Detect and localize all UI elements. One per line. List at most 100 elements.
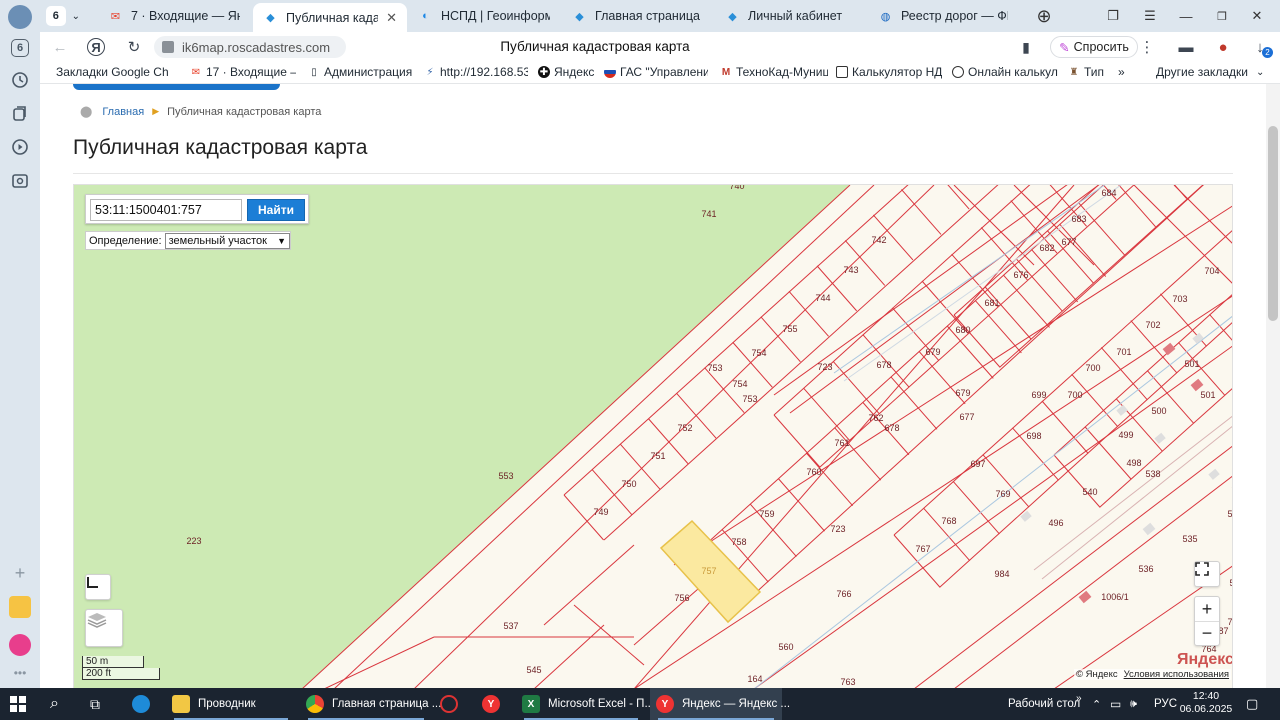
page-scrollbar[interactable] <box>1266 84 1280 688</box>
bookmark-gas[interactable]: ГАС "Управление <box>604 65 708 79</box>
tab-strip: 6 ⌄ ✉ 7 · Входящие — Яндекс ◆ Публичная ка… <box>40 0 1280 32</box>
header-button-strip[interactable] <box>73 84 280 90</box>
task-view-icon[interactable]: ⧉ <box>90 688 100 720</box>
zoom-in-button[interactable]: + <box>1202 597 1213 621</box>
parcel-label: 679 <box>925 347 940 357</box>
other-bookmarks[interactable]: Другие закладки ⌄ <box>1156 65 1266 79</box>
network-icon[interactable]: ▭ <box>1110 688 1121 720</box>
copyright-text: © Яндекс <box>1076 669 1118 680</box>
yandex-browser-button[interactable]: Y <box>482 688 508 720</box>
tabs-overview-icon[interactable]: ❐ <box>1103 6 1123 26</box>
history-icon[interactable] <box>9 69 31 91</box>
scrollbar-thumb[interactable] <box>1268 126 1278 321</box>
tab-counter-icon[interactable]: 6 <box>11 39 29 57</box>
fullscreen-button[interactable] <box>1194 561 1220 587</box>
tab-title: Публичная кадастровая <box>286 10 379 25</box>
downloads-icon[interactable]: ↓ 2 <box>1250 37 1273 58</box>
edge-icon <box>132 695 150 713</box>
terms-link[interactable]: Условия использования <box>1124 669 1229 680</box>
more-menu-icon[interactable]: ⋮ <box>1137 37 1157 57</box>
bookmark-yandex[interactable]: ✚ Яндекс <box>538 65 598 79</box>
ask-button[interactable]: ✎ Спросить <box>1050 36 1138 58</box>
back-button[interactable]: ← <box>50 37 70 57</box>
tab-title: НСПД | Геоинформаци <box>441 9 550 23</box>
parcel-label: 697 <box>970 459 985 469</box>
breadcrumb: ⬤ Главная ▶ Публичная кадастровая карта <box>80 105 321 119</box>
calculator-icon <box>952 66 964 78</box>
tab-inbox[interactable]: ✉ 7 · Входящие — Яндекс <box>98 2 250 30</box>
notes-app-icon[interactable] <box>9 596 31 618</box>
url-text: ik6map.roscadastres.com <box>182 39 331 55</box>
find-button[interactable]: Найти <box>247 199 305 221</box>
collections-icon[interactable] <box>9 103 31 125</box>
notifications-icon[interactable]: ▢ <box>1246 688 1258 720</box>
cadastral-number-input[interactable] <box>90 199 242 221</box>
minimize-button[interactable]: — <box>1176 6 1196 26</box>
bookmark-technokad[interactable]: M ТехноКад-Муниц <box>720 65 828 79</box>
reload-button[interactable]: ↻ <box>124 37 144 57</box>
parcel-label: 743 <box>843 265 858 275</box>
site-info-icon[interactable] <box>162 41 174 53</box>
tab-title: Личный кабинет <box>748 9 843 23</box>
close-window-button[interactable]: ✕ <box>1247 6 1267 26</box>
extension-icon-2[interactable]: ● <box>1213 37 1233 57</box>
bookmark-google[interactable]: Закладки Google Ch⌄ <box>56 65 176 79</box>
video-icon[interactable] <box>9 136 31 158</box>
screenshot-icon[interactable] <box>9 170 31 192</box>
definition-select[interactable]: земельный участок ▼ <box>164 232 290 249</box>
more-bookmarks-button[interactable]: » <box>1118 65 1132 79</box>
bookmark-inbox[interactable]: ✉ 17 · Входящие — <box>190 65 296 79</box>
bookmark-icon[interactable]: ▮ <box>1016 37 1036 57</box>
parcel-label: 678 <box>876 360 891 370</box>
yandex-home-button[interactable]: Я <box>87 38 105 56</box>
tab-nspd[interactable]: ◐ НСПД | Геоинформаци <box>408 2 560 30</box>
parcel-label: 750 <box>621 479 636 489</box>
map-canvas[interactable]: 7407416846837426776821074367670474468170… <box>74 185 1233 688</box>
bookmark-online-calculator[interactable]: Онлайн калькуля <box>952 65 1058 79</box>
layers-button[interactable] <box>85 609 123 647</box>
app-button[interactable] <box>440 688 466 720</box>
bookmark-local-ip[interactable]: ⚡ http://192.168.53. <box>424 65 528 79</box>
bookmark-vat-calculator[interactable]: Калькулятор НДС <box>836 65 942 79</box>
excel-icon: X <box>522 695 540 713</box>
ask-icon: ✎ <box>1059 40 1070 55</box>
alice-app-icon[interactable] <box>9 634 31 656</box>
url-field[interactable]: ik6map.roscadastres.com <box>154 36 346 58</box>
start-button[interactable] <box>10 688 32 720</box>
taskbar-explorer[interactable]: Проводник <box>166 688 296 720</box>
edge-button[interactable] <box>132 688 158 720</box>
search-icon[interactable]: ⌕ <box>50 688 59 720</box>
new-tab-button[interactable]: ⊕ <box>1034 6 1054 26</box>
tab-cadastral-map[interactable]: ◆ Публичная кадастровая ✕ <box>253 3 407 32</box>
bookmark-administration[interactable]: ▯ Администрация <box>308 65 412 79</box>
tab-road-registry[interactable]: ◍ Реестр дорог — ФГИС <box>868 2 1018 30</box>
menu-icon[interactable]: ☰ <box>1140 6 1160 26</box>
more-icon[interactable]: ••• <box>9 662 31 684</box>
parcel-label: 540 <box>1082 487 1097 497</box>
taskbar-yandex[interactable]: Y Яндекс — Яндекс ... <box>650 688 790 720</box>
tray-expand-icon[interactable]: ⌃ <box>1092 688 1101 720</box>
taskbar-chrome[interactable]: Главная страница ... <box>300 688 441 720</box>
restore-button[interactable]: ❐ <box>1212 6 1232 26</box>
add-panel-icon[interactable]: + <box>9 562 31 584</box>
clock-date: 06.06.2025 <box>1179 703 1233 715</box>
parcel-label: 553 <box>498 471 513 481</box>
downloads-count-badge: 2 <box>1262 47 1273 58</box>
volume-icon[interactable]: 🕪 <box>1130 688 1137 720</box>
profile-avatar[interactable] <box>8 5 32 29</box>
tab-personal-account[interactable]: ◆ Личный кабинет <box>715 2 865 30</box>
cadastral-map[interactable]: 7407416846837426776821074367670474468170… <box>73 184 1233 688</box>
zoom-out-button[interactable]: − <box>1195 621 1219 645</box>
yandex-browser-icon: Y <box>482 695 500 713</box>
desktop-label[interactable]: Рабочий стол <box>1008 688 1080 720</box>
language-indicator[interactable]: РУС <box>1154 688 1177 720</box>
close-icon[interactable]: ✕ <box>386 10 397 26</box>
breadcrumb-home-link[interactable]: Главная <box>102 106 144 118</box>
clock[interactable]: 12:40 06.06.2025 <box>1178 690 1234 716</box>
ruler-button[interactable] <box>85 574 111 600</box>
extension-icon[interactable]: ▬ <box>1176 37 1196 57</box>
taskbar-excel[interactable]: X Microsoft Excel - П... <box>516 688 654 720</box>
tab-group-button[interactable]: 6 ⌄ <box>40 2 86 30</box>
tab-main-page[interactable]: ◆ Главная страница <box>562 2 712 30</box>
bookmark-type[interactable]: ♜ Тип <box>1068 65 1108 79</box>
